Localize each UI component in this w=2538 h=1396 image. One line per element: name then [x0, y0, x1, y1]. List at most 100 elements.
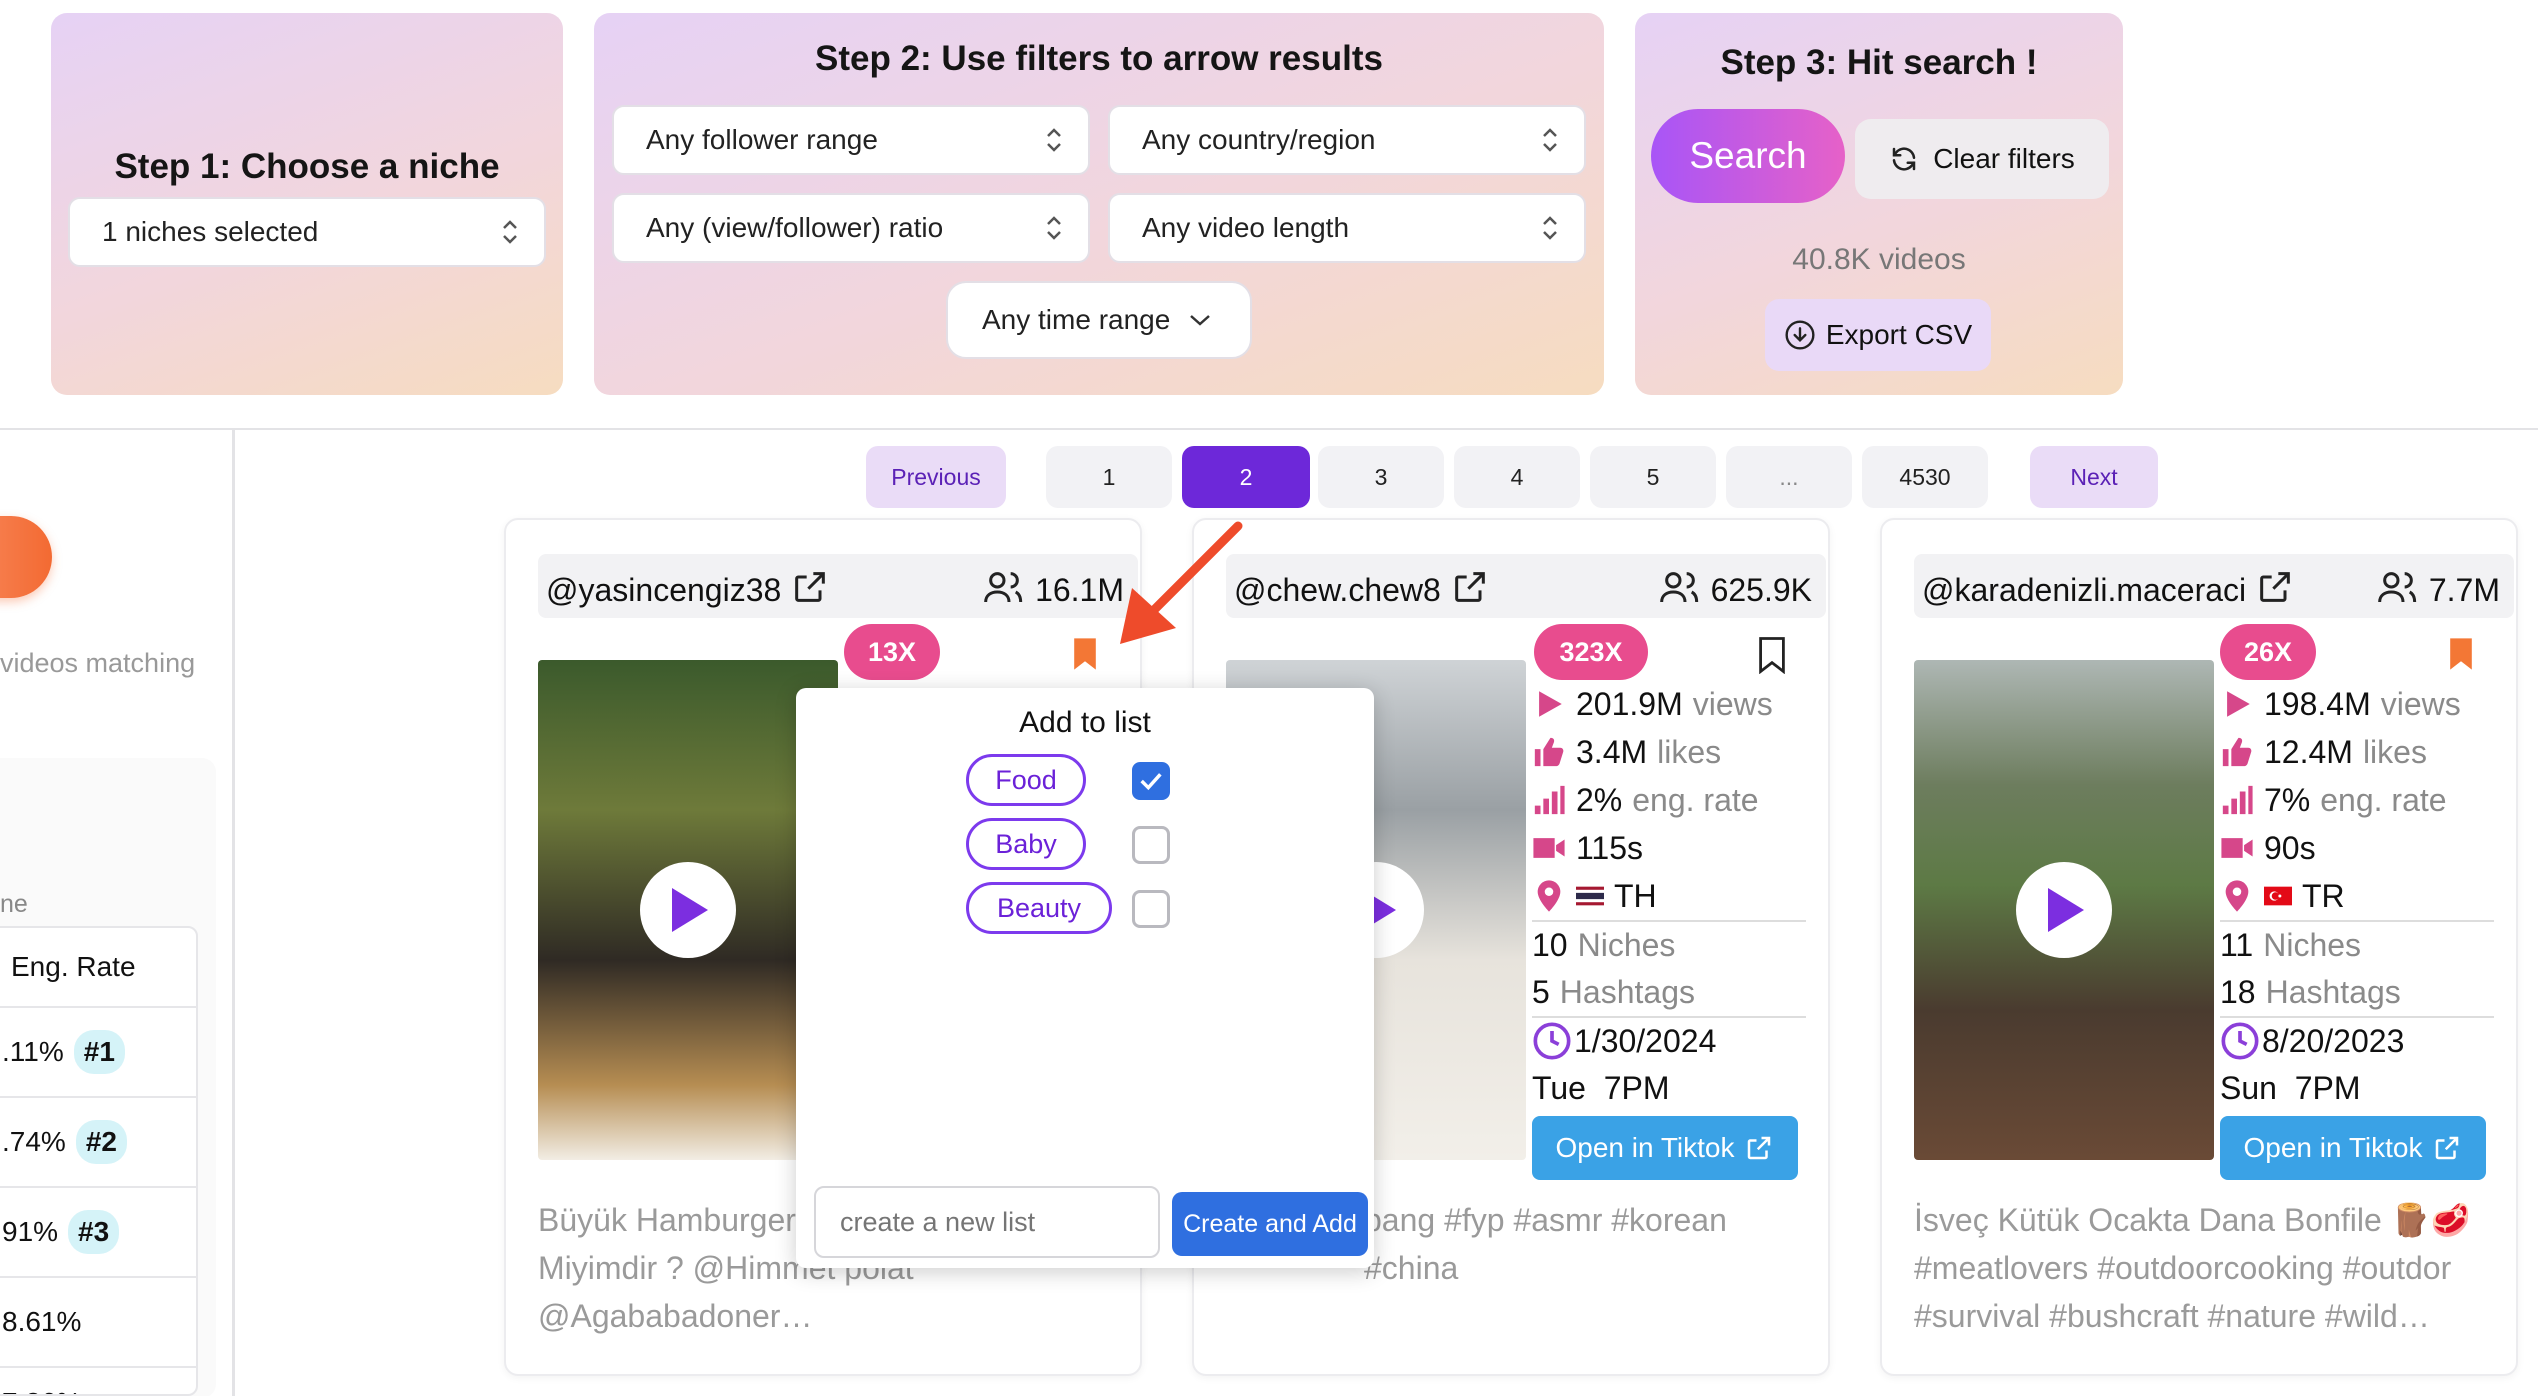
bookmark-icon[interactable] [2446, 636, 2476, 672]
follower-count-wrap: 7.7M [2376, 567, 2500, 609]
thailand-flag-icon [1576, 886, 1604, 906]
list-chip-food[interactable]: Food [966, 754, 1086, 806]
video-camera-icon [2221, 838, 2253, 858]
page-button[interactable]: 4530 [1862, 446, 1988, 508]
external-link-icon[interactable] [790, 567, 830, 607]
country-code: TH [1614, 877, 1657, 914]
time-range-select[interactable]: Any time range [946, 281, 1252, 359]
create-and-add-button[interactable]: Create and Add [1172, 1192, 1368, 1256]
table-row: .11% #1 [0, 1008, 196, 1098]
video-card: @karadenizli.maceraci 7.7M 26X 198.4M vie… [1880, 518, 2518, 1376]
step3-title: Step 3: Hit search ! [1720, 43, 2038, 82]
likes-value: 3.4M [1576, 733, 1648, 770]
video-camera-icon [1533, 838, 1565, 858]
creator-username-wrap: @chew.chew8 [1234, 567, 1490, 609]
date-row: 8/20/2023 [2220, 1016, 2494, 1064]
play-button[interactable] [2016, 862, 2112, 958]
page-button-current[interactable]: 2 [1182, 446, 1310, 508]
creator-username[interactable]: @chew.chew8 [1234, 572, 1441, 608]
bar-chart-icon [1534, 785, 1565, 815]
hashtags-row: 18 Hashtags [2220, 968, 2494, 1016]
chevron-down-icon [1190, 315, 1210, 326]
clock-icon [1533, 1022, 1571, 1060]
list-checkbox-food[interactable] [1132, 762, 1170, 800]
external-link-icon[interactable] [2255, 567, 2295, 607]
rank-badge: #1 [73, 1030, 125, 1074]
video-description: İsveç Kütük Ocakta Dana Bonfile 🪵🥩 #meat… [1914, 1202, 2471, 1334]
clear-filters-button[interactable]: Clear filters [1855, 119, 2109, 199]
page-ellipsis: ... [1726, 446, 1852, 508]
video-count: 40.8K videos [1792, 243, 1966, 276]
niches-row: 10 Niches [1532, 920, 1806, 968]
open-in-tiktok-button[interactable]: Open in Tiktok [2220, 1116, 2486, 1180]
likes-row: 12.4M likes [2220, 728, 2494, 776]
bookmark-icon[interactable] [1070, 636, 1100, 672]
eng-rate-row: 2% eng. rate [1532, 776, 1806, 824]
views-row: 201.9M views [1532, 680, 1806, 728]
check-icon [1140, 773, 1162, 791]
duration-row: 90s [2220, 824, 2494, 872]
creator-username-wrap: @yasincengiz38 [546, 567, 830, 609]
page-button[interactable]: 1 [1046, 446, 1172, 508]
country-select[interactable]: Any country/region [1108, 105, 1586, 175]
bookmark-outline-icon[interactable] [1756, 636, 1788, 674]
previous-button[interactable]: Previous [866, 446, 1006, 508]
list-checkbox-beauty[interactable] [1132, 890, 1170, 928]
video-thumbnail[interactable] [1914, 660, 2214, 1160]
location-pin-icon [2225, 880, 2249, 912]
ranking-table: Eng. Rate .11% #1 .74% #2 91% #3 8.61% 7… [0, 926, 198, 1396]
creator-username[interactable]: @karadenizli.maceraci [1922, 572, 2246, 608]
eng-rate-value: 7.86% [2, 1387, 81, 1394]
likes-label: likes [2362, 733, 2427, 770]
video-thumbnail[interactable] [538, 660, 838, 1160]
follower-range-select[interactable]: Any follower range [612, 105, 1090, 175]
eng-rate-value: .11% [2, 1036, 64, 1067]
next-button[interactable]: Next [2030, 446, 2158, 508]
annotation-arrow [1120, 521, 1243, 644]
multiplier-badge: 13X [844, 624, 940, 680]
creator-bar: @chew.chew8 625.9K [1226, 554, 1826, 618]
multiplier-badge: 323X [1534, 624, 1648, 680]
export-csv-button[interactable]: Export CSV [1765, 299, 1991, 371]
post-date: 1/30/2024 [1574, 1022, 1717, 1059]
hashtags-count: 18 [2220, 973, 2256, 1010]
play-stat-icon [1539, 691, 1562, 717]
play-button[interactable] [640, 862, 736, 958]
list-chip-beauty[interactable]: Beauty [966, 882, 1112, 934]
video-stats: 201.9M views 3.4M likes 2% eng. rate 115s T… [1532, 680, 1806, 1112]
post-time: Sun 7PM [2220, 1069, 2361, 1106]
country-value: Any country/region [1142, 124, 1376, 155]
list-checkbox-baby[interactable] [1132, 826, 1170, 864]
duration-value: 115s [1576, 829, 1644, 866]
ratio-select[interactable]: Any (view/follower) ratio [612, 193, 1090, 263]
thumbs-up-icon [1534, 737, 1564, 767]
chevron-updown-icon [503, 220, 517, 244]
open-in-tiktok-label: Open in Tiktok [1555, 1132, 1735, 1163]
niche-select-value: 1 niches selected [102, 216, 319, 247]
table-row: 91% #3 [0, 1188, 196, 1278]
video-length-select[interactable]: Any video length [1108, 193, 1586, 263]
hashtags-label: Hashtags [2265, 973, 2401, 1010]
users-icon [2378, 572, 2417, 603]
sidebar-action-button[interactable] [0, 516, 52, 598]
new-list-input[interactable] [814, 1186, 1160, 1258]
open-in-tiktok-button[interactable]: Open in Tiktok [1532, 1116, 1798, 1180]
niche-select[interactable]: 1 niches selected [68, 197, 546, 267]
page-button[interactable]: 5 [1590, 446, 1716, 508]
sidebar-column-label: ne [0, 890, 28, 918]
likes-row: 3.4M likes [1532, 728, 1806, 776]
header-divider [0, 428, 2538, 430]
follower-count: 7.7M [2428, 572, 2500, 608]
list-chip-baby[interactable]: Baby [966, 818, 1086, 870]
page-button[interactable]: 4 [1454, 446, 1580, 508]
ranking-table-header: Eng. Rate [0, 928, 196, 1008]
time-row: Sun 7PM [2220, 1064, 2494, 1112]
creator-bar: @yasincengiz38 16.1M [538, 554, 1138, 618]
play-icon [2048, 888, 2084, 932]
external-link-icon[interactable] [1450, 567, 1490, 607]
eng-rate-label: eng. rate [2320, 781, 2447, 818]
users-icon [984, 572, 1023, 603]
creator-username[interactable]: @yasincengiz38 [546, 572, 781, 608]
search-button[interactable]: Search [1651, 109, 1845, 203]
page-button[interactable]: 3 [1318, 446, 1444, 508]
